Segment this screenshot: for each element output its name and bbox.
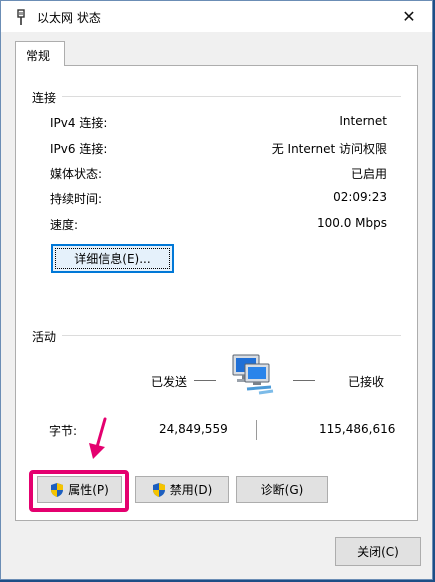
- title-bar[interactable]: 以太网 状态 ✕: [1, 1, 432, 32]
- speed-label: 速度:: [50, 218, 79, 232]
- connection-group-label: 连接: [32, 89, 63, 106]
- bytes-label: 字节:: [49, 424, 78, 438]
- bytes-separator: [256, 420, 257, 440]
- sent-label: 已发送: [151, 375, 188, 389]
- network-computers-icon: [232, 354, 274, 395]
- window-title: 以太网 状态: [37, 11, 101, 25]
- tab-general[interactable]: 常规: [15, 41, 65, 66]
- disable-button-label: 禁用(D): [169, 483, 213, 497]
- duration-value: 02:09:23: [333, 190, 387, 204]
- disable-button[interactable]: 禁用(D): [135, 476, 229, 503]
- ethernet-status-dialog: 以太网 状态 ✕ 常规 连接 IPv4 连接: Internet IPv6 连接…: [0, 0, 433, 580]
- connection-group-divider: [32, 96, 401, 97]
- ipv6-value: 无 Internet 访问权限: [271, 142, 387, 156]
- annotation-arrow-icon: [89, 417, 107, 459]
- activity-group-divider: [32, 335, 401, 336]
- ipv4-value: Internet: [339, 114, 387, 128]
- media-state-value: 已启用: [350, 167, 387, 181]
- diagnose-button-label: 诊断(G): [260, 483, 304, 497]
- details-button[interactable]: 详细信息(E)...: [51, 244, 174, 273]
- ipv6-label: IPv6 连接:: [50, 142, 108, 156]
- media-state-label: 媒体状态:: [50, 167, 103, 181]
- bytes-sent-value: 24,849,559: [159, 422, 228, 436]
- close-window-button[interactable]: ✕: [386, 1, 432, 32]
- bytes-received-value: 115,486,616: [319, 422, 396, 436]
- properties-button-label: 属性(P): [68, 483, 109, 497]
- tab-panel-general: 连接 IPv4 连接: Internet IPv6 连接: 无 Internet…: [15, 65, 418, 521]
- received-label: 已接收: [348, 375, 385, 389]
- activity-group-label: 活动: [32, 328, 63, 345]
- properties-button[interactable]: 属性(P): [37, 476, 122, 503]
- uac-shield-icon: [51, 482, 64, 497]
- close-button-label: 关闭(C): [357, 545, 399, 559]
- focus-rectangle: [55, 248, 170, 269]
- sent-connector-line: [194, 380, 216, 381]
- ipv4-label: IPv4 连接:: [50, 116, 108, 130]
- uac-shield-icon: [152, 482, 165, 497]
- diagnose-button[interactable]: 诊断(G): [236, 476, 328, 503]
- close-button[interactable]: 关闭(C): [335, 537, 421, 566]
- ethernet-cable-icon: [17, 9, 25, 25]
- duration-label: 持续时间:: [50, 192, 103, 206]
- speed-value: 100.0 Mbps: [316, 216, 387, 230]
- close-icon: ✕: [402, 7, 416, 26]
- received-connector-line: [293, 380, 315, 381]
